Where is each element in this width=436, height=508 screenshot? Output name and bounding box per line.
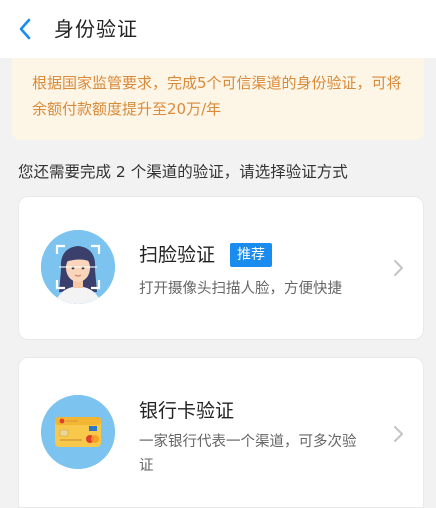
face-scan-icon xyxy=(41,230,115,304)
page-title: 身份验证 xyxy=(54,17,138,41)
bank-card-icon xyxy=(41,395,115,469)
verification-instruction: 您还需要完成 2 个渠道的验证，请选择验证方式 xyxy=(18,163,348,181)
face-verification-title: 扫脸验证 xyxy=(139,244,216,266)
bank-card-verification-description: 一家银行代表一个渠道，可多次验证 xyxy=(139,434,357,474)
recommended-badge: 推荐 xyxy=(230,243,272,267)
bank-card-verification-option[interactable]: 银行卡验证 一家银行代表一个渠道，可多次验证 xyxy=(18,357,424,508)
bank-card-verification-title: 银行卡验证 xyxy=(139,400,235,422)
regulation-notice: 根据国家监管要求，完成5个可信渠道的身份验证，可将余额付款额度提升至20万/年 xyxy=(12,58,424,140)
face-verification-option[interactable]: 扫脸验证 推荐 打开摄像头扫描人脸，方便快捷 xyxy=(18,196,424,340)
chevron-left-icon xyxy=(19,18,31,40)
chevron-right-icon xyxy=(393,425,405,443)
chevron-right-icon xyxy=(393,259,405,277)
top-navigation-bar: 身份验证 xyxy=(0,0,436,58)
face-verification-description: 打开摄像头扫描人脸，方便快捷 xyxy=(139,281,342,297)
back-button[interactable] xyxy=(16,16,36,42)
